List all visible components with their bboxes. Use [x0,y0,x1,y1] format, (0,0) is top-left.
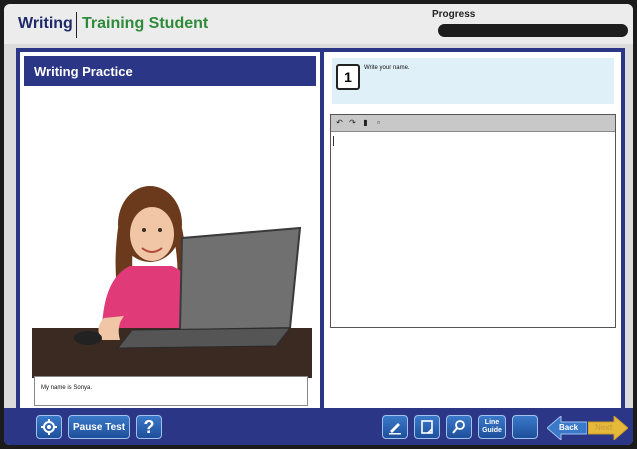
gear-icon [41,419,57,435]
next-button[interactable]: Next [587,414,629,442]
help-button[interactable]: ? [136,415,162,439]
passage-title-bar: Writing Practice [24,56,316,86]
back-label: Back [559,423,579,432]
image-caption-box: My name is Sonya. [34,376,308,406]
magnifier-icon [452,420,465,434]
notepad-button[interactable] [414,415,440,439]
progress-label: Progress [432,9,476,20]
header-divider [76,12,77,38]
copy-icon[interactable]: ▫ [373,117,384,128]
pause-test-button[interactable]: Pause Test [68,415,130,439]
line-guide-button[interactable]: Line Guide [478,415,506,439]
response-text-area[interactable] [331,132,615,327]
girl-with-laptop-image [32,186,312,378]
highlighter-button[interactable] [382,415,408,439]
progress-bar [438,24,628,37]
line-guide-label: Line Guide [482,419,502,434]
pencil-icon [389,423,401,435]
content-area: Writing Practice My name is Sonya. 1 Wri… [16,48,625,408]
settings-button[interactable] [36,415,62,439]
question-prompt: 1 Write your name. [332,58,614,104]
footer-toolbar: Pause Test ? Line Guide Back Next [4,408,633,445]
blank-tool-button[interactable] [512,415,538,439]
back-button[interactable]: Back [546,414,588,442]
image-caption: My name is Sonya. [41,385,93,391]
header-bar: Writing Training Student Progress [4,4,633,44]
passage-title: Writing Practice [34,64,133,79]
editor-toolbar: ↶ ↷ ▮ ▫ [331,115,615,132]
redo-icon[interactable]: ↷ [347,117,358,128]
magnifier-button[interactable] [446,415,472,439]
question-number: 1 [336,64,360,90]
undo-icon[interactable]: ↶ [334,117,345,128]
help-icon: ? [143,416,155,437]
question-text: Write your name. [364,65,410,71]
app-window: Writing Training Student Progress Writin… [4,4,633,445]
app-title: Writing [18,15,73,32]
student-name: Training Student [82,15,209,32]
response-panel: 1 Write your name. ↶ ↷ ▮ ▫ [324,52,621,408]
next-label: Next [595,423,613,432]
passage-panel: Writing Practice My name is Sonya. [20,52,320,408]
response-editor: ↶ ↷ ▮ ▫ [330,114,616,328]
text-caret [333,136,334,146]
notepad-icon [421,420,433,434]
paste-icon[interactable]: ▮ [360,117,371,128]
